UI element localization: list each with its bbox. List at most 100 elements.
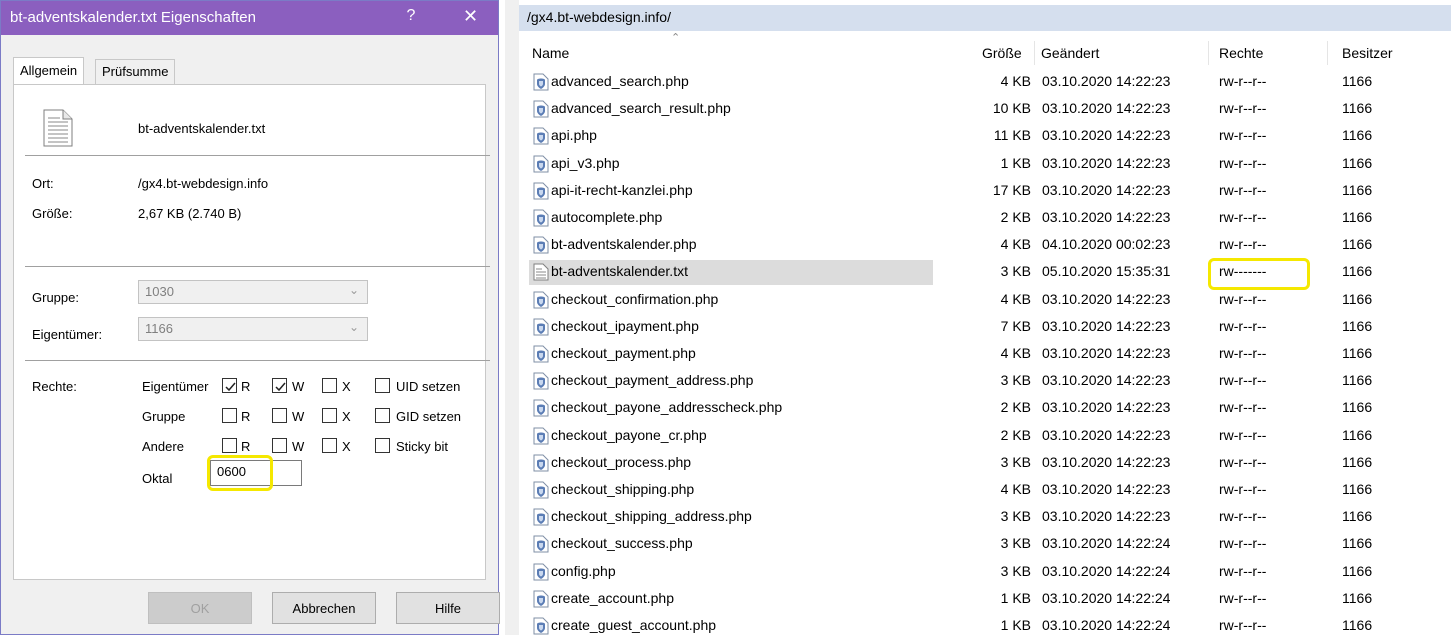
file-row[interactable]: bt-adventskalender.php 4 KB 04.10.2020 00:…	[519, 233, 1451, 260]
group-label: Gruppe:	[32, 290, 79, 305]
file-row[interactable]: checkout_confirmation.php 4 KB 03.10.2020 …	[519, 288, 1451, 315]
php-file-icon	[533, 127, 549, 145]
php-file-icon	[533, 454, 549, 472]
file-name: autocomplete.php	[551, 209, 663, 225]
file-row[interactable]: checkout_success.php 3 KB 03.10.2020 14:22…	[519, 532, 1451, 559]
perm-extra-checkbox[interactable]	[375, 438, 390, 453]
perm-eigentümer-w-checkbox[interactable]	[272, 378, 287, 393]
file-row[interactable]: checkout_process.php 3 KB 03.10.2020 14:22…	[519, 451, 1451, 478]
php-file-icon	[533, 73, 549, 91]
file-rights: rw-r--r--	[1219, 73, 1267, 89]
column-separator[interactable]	[1208, 41, 1209, 65]
tab-allgemein[interactable]: Allgemein	[13, 57, 85, 84]
owner-select[interactable]: 1166 ⌄	[138, 317, 368, 341]
file-rights: rw-r--r--	[1219, 617, 1267, 633]
php-file-icon	[533, 236, 549, 254]
file-rights: rw-r--r--	[1219, 345, 1267, 361]
file-rights: rw-r--r--	[1219, 453, 1267, 470]
file-row[interactable]: bt-adventskalender.txt 3 KB 05.10.2020 15:…	[519, 260, 1451, 287]
octal-highlight	[207, 455, 273, 491]
file-row[interactable]: api.php 11 KB 03.10.2020 14:22:23 rw-r--r--…	[519, 124, 1451, 151]
column-separator[interactable]	[1034, 41, 1035, 65]
file-row[interactable]: checkout_payment_address.php 3 KB 03.10.20…	[519, 369, 1451, 396]
file-size: 4 KB	[1000, 236, 1031, 253]
file-modified: 03.10.2020 14:22:24	[1042, 617, 1171, 633]
file-name: checkout_shipping_address.php	[551, 508, 752, 525]
column-header-rights[interactable]: Rechte	[1219, 45, 1263, 61]
php-file-icon	[533, 590, 549, 608]
perm-letter-label: X	[342, 409, 351, 424]
perm-andere-x-checkbox[interactable]	[322, 438, 337, 453]
owner-label: Eigentümer:	[32, 327, 103, 342]
column-header-name[interactable]: Name	[532, 45, 569, 61]
file-modified: 03.10.2020 14:22:23	[1042, 508, 1171, 525]
properties-dialog: bt-adventskalender.txt Eigenschaften ? ✕…	[0, 0, 500, 635]
column-separator[interactable]	[1327, 41, 1328, 65]
file-owner: 1166	[1342, 154, 1373, 171]
perm-eigentümer-x-checkbox[interactable]	[322, 378, 337, 393]
file-row[interactable]: checkout_payone_addresscheck.php 2 KB 03.1…	[519, 396, 1451, 423]
text-file-icon	[43, 109, 73, 147]
ok-button[interactable]: OK	[148, 592, 252, 624]
perm-letter-label: R	[241, 439, 251, 454]
perm-gruppe-w-checkbox[interactable]	[272, 408, 287, 423]
file-rights: rw-r--r--	[1219, 236, 1267, 253]
php-file-icon	[533, 399, 549, 417]
file-row[interactable]: api-it-recht-kanzlei.php 17 KB 03.10.2020 …	[519, 179, 1451, 206]
perm-eigentümer-r-checkbox[interactable]	[222, 378, 237, 393]
file-size: 3 KB	[1000, 372, 1031, 389]
chevron-down-icon: ⌄	[348, 283, 359, 297]
file-row[interactable]: checkout_payone_cr.php 2 KB 03.10.2020 14:…	[519, 424, 1451, 451]
size-value: 2,67 KB (2.740 B)	[138, 206, 242, 221]
file-row[interactable]: checkout_payment.php 4 KB 03.10.2020 14:22…	[519, 342, 1451, 369]
file-row[interactable]: autocomplete.php 2 KB 03.10.2020 14:22:23 r…	[519, 206, 1451, 233]
php-file-icon	[533, 318, 549, 336]
file-name: api_v3.php	[551, 154, 620, 171]
file-owner: 1166	[1342, 181, 1373, 198]
file-row[interactable]: advanced_search.php 4 KB 03.10.2020 14:22:…	[519, 70, 1451, 97]
file-name: advanced_search.php	[551, 73, 689, 89]
file-modified: 03.10.2020 14:22:23	[1042, 100, 1171, 117]
file-row[interactable]: create_account.php 1 KB 03.10.2020 14:22:2…	[519, 587, 1451, 614]
check-icon	[275, 382, 286, 392]
php-file-icon	[533, 617, 549, 635]
perm-andere-w-checkbox[interactable]	[272, 438, 287, 453]
dialog-titlebar[interactable]: bt-adventskalender.txt Eigenschaften ? ✕	[1, 1, 498, 35]
group-select[interactable]: 1030 ⌄	[138, 280, 368, 304]
column-header-size[interactable]: Größe	[982, 45, 1022, 61]
file-name: advanced_search_result.php	[551, 100, 731, 117]
help-icon[interactable]: ?	[404, 7, 418, 25]
perm-andere-r-checkbox[interactable]	[222, 438, 237, 453]
file-name: bt-adventskalender.txt	[138, 121, 266, 136]
perm-extra-checkbox[interactable]	[375, 378, 390, 393]
separator	[25, 266, 490, 267]
file-owner: 1166	[1342, 617, 1373, 633]
perm-gruppe-x-checkbox[interactable]	[322, 408, 337, 423]
cancel-button[interactable]: Abbrechen	[272, 592, 376, 624]
file-name: bt-adventskalender.txt	[551, 263, 688, 280]
file-row[interactable]: create_guest_account.php 1 KB 03.10.2020 1…	[519, 614, 1451, 641]
file-row[interactable]: checkout_shipping.php 4 KB 03.10.2020 14:2…	[519, 478, 1451, 505]
remote-path: /gx4.bt-webdesign.info/	[527, 9, 671, 25]
file-size: 3 KB	[1000, 263, 1031, 280]
file-row[interactable]: config.php 3 KB 03.10.2020 14:22:24 rw-r--r…	[519, 560, 1451, 587]
perm-gruppe-r-checkbox[interactable]	[222, 408, 237, 423]
file-row[interactable]: checkout_ipayment.php 7 KB 03.10.2020 14:2…	[519, 315, 1451, 342]
file-row[interactable]: advanced_search_result.php 10 KB 03.10.202…	[519, 97, 1451, 124]
file-row[interactable]: checkout_shipping_address.php 3 KB 03.10.2…	[519, 505, 1451, 532]
pane-divider[interactable]	[505, 0, 519, 635]
file-owner: 1166	[1342, 481, 1373, 497]
tab-pruefsumme[interactable]: Prüfsumme	[95, 59, 176, 84]
perm-extra-checkbox[interactable]	[375, 408, 390, 423]
close-icon[interactable]: ✕	[463, 6, 478, 27]
file-row[interactable]: api_v3.php 1 KB 03.10.2020 14:22:23 rw-r--r…	[519, 152, 1451, 179]
file-rights: rw-r--r--	[1219, 508, 1267, 525]
file-modified: 03.10.2020 14:22:23	[1042, 453, 1171, 470]
remote-path-bar[interactable]: /gx4.bt-webdesign.info/	[519, 5, 1451, 31]
column-header-owner[interactable]: Besitzer	[1342, 45, 1393, 61]
rights-label: Rechte:	[32, 379, 77, 394]
file-size: 3 KB	[1000, 508, 1031, 525]
help-button[interactable]: Hilfe	[396, 592, 500, 624]
column-header-modified[interactable]: Geändert	[1041, 45, 1099, 61]
perm-letter-label: X	[342, 379, 351, 394]
